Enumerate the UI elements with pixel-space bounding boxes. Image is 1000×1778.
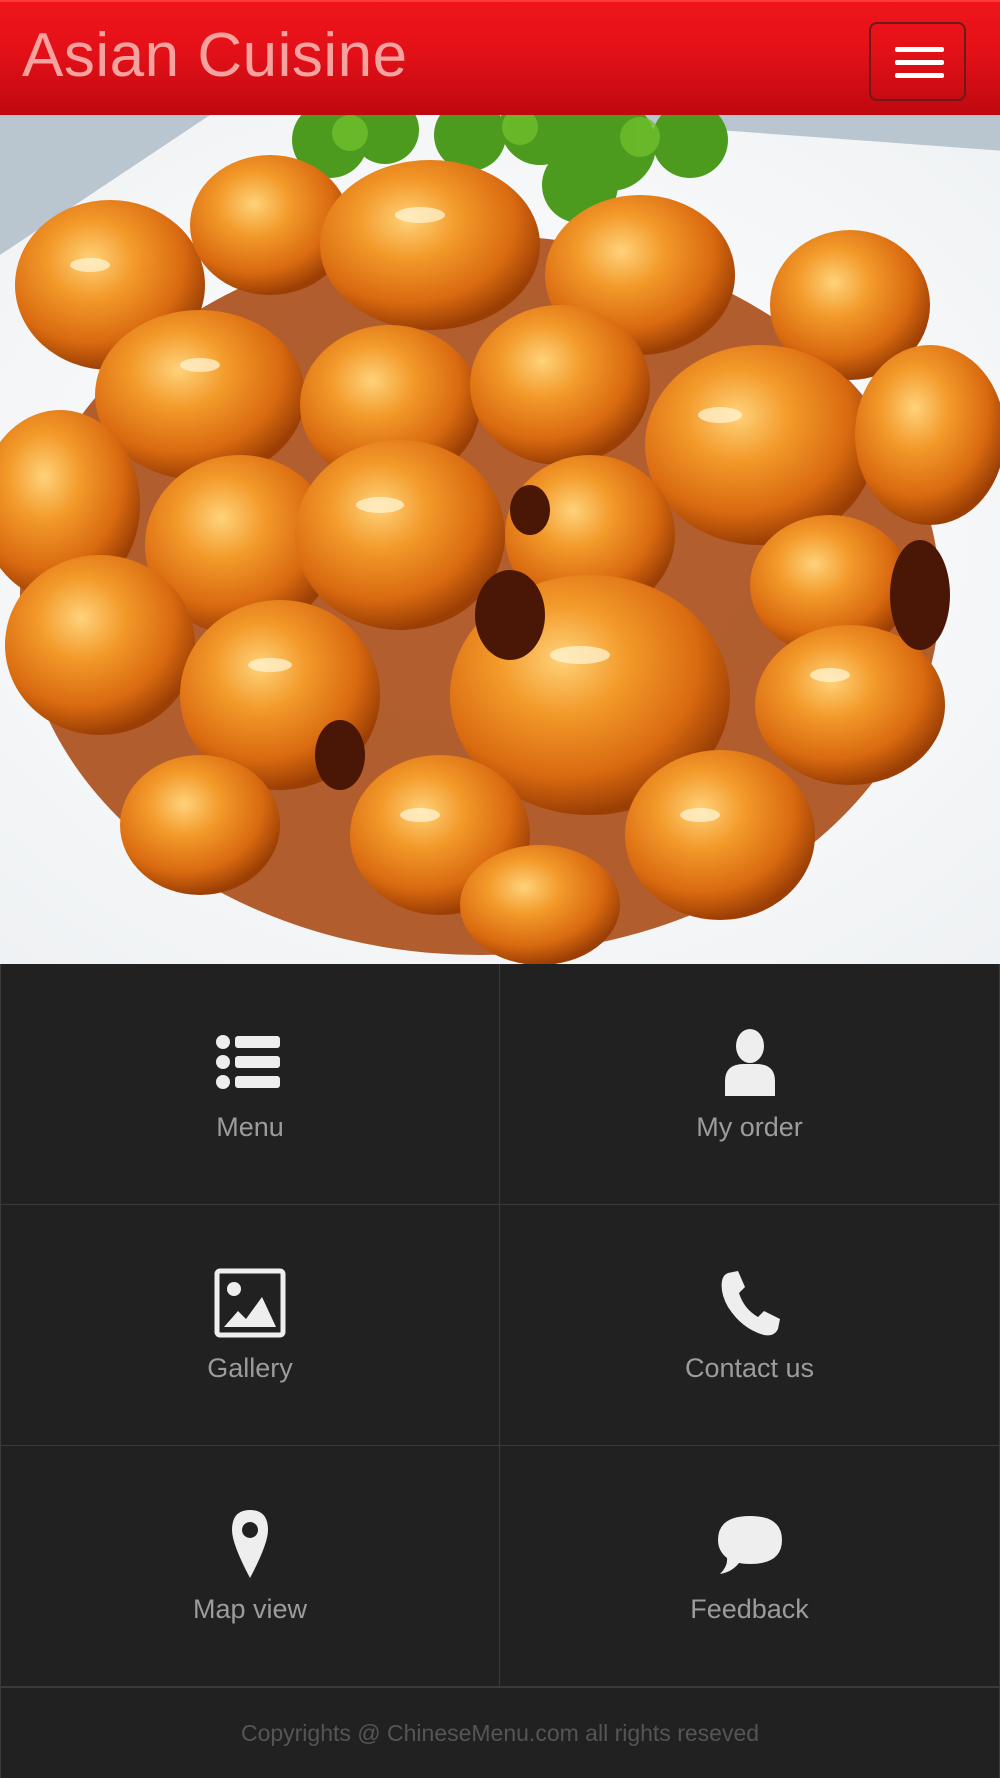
orange-chicken-illustration [0, 115, 1000, 964]
page-footer: Copyrights @ ChineseMenu.com all rights … [0, 1687, 1000, 1778]
nav-tile-label: Map view [192, 1594, 308, 1624]
nav-tile-feedback[interactable]: Feedback [500, 1446, 1000, 1687]
image-icon [214, 1267, 286, 1339]
app-title: Asian Cuisine [22, 21, 408, 90]
copyright-text: Copyrights @ ChineseMenu.com all rights … [240, 1720, 760, 1746]
chat-bubble-icon [714, 1508, 786, 1580]
nav-tile-label: Contact us [684, 1353, 815, 1383]
nav-grid: Menu My order Gallery Contact us Map vie… [0, 964, 1000, 1687]
hamburger-icon-bar [895, 73, 944, 78]
nav-tile-label: Feedback [690, 1594, 809, 1624]
user-icon [714, 1026, 786, 1098]
hamburger-icon-bar [895, 60, 944, 65]
nav-tile-label: My order [696, 1112, 803, 1142]
hero-food-image [0, 115, 1000, 964]
map-pin-icon [214, 1508, 286, 1580]
nav-tile-contact-us[interactable]: Contact us [500, 1205, 1000, 1446]
app-header: Asian Cuisine [0, 0, 1000, 115]
nav-tile-label: Menu [216, 1112, 284, 1142]
nav-tile-my-order[interactable]: My order [500, 964, 1000, 1205]
nav-tile-gallery[interactable]: Gallery [0, 1205, 500, 1446]
phone-icon [714, 1267, 786, 1339]
nav-tile-label: Gallery [207, 1353, 293, 1383]
list-icon [214, 1026, 286, 1098]
hamburger-icon [895, 47, 944, 52]
nav-tile-menu[interactable]: Menu [0, 964, 500, 1205]
nav-tile-map-view[interactable]: Map view [0, 1446, 500, 1687]
menu-toggle-button[interactable] [869, 22, 966, 101]
